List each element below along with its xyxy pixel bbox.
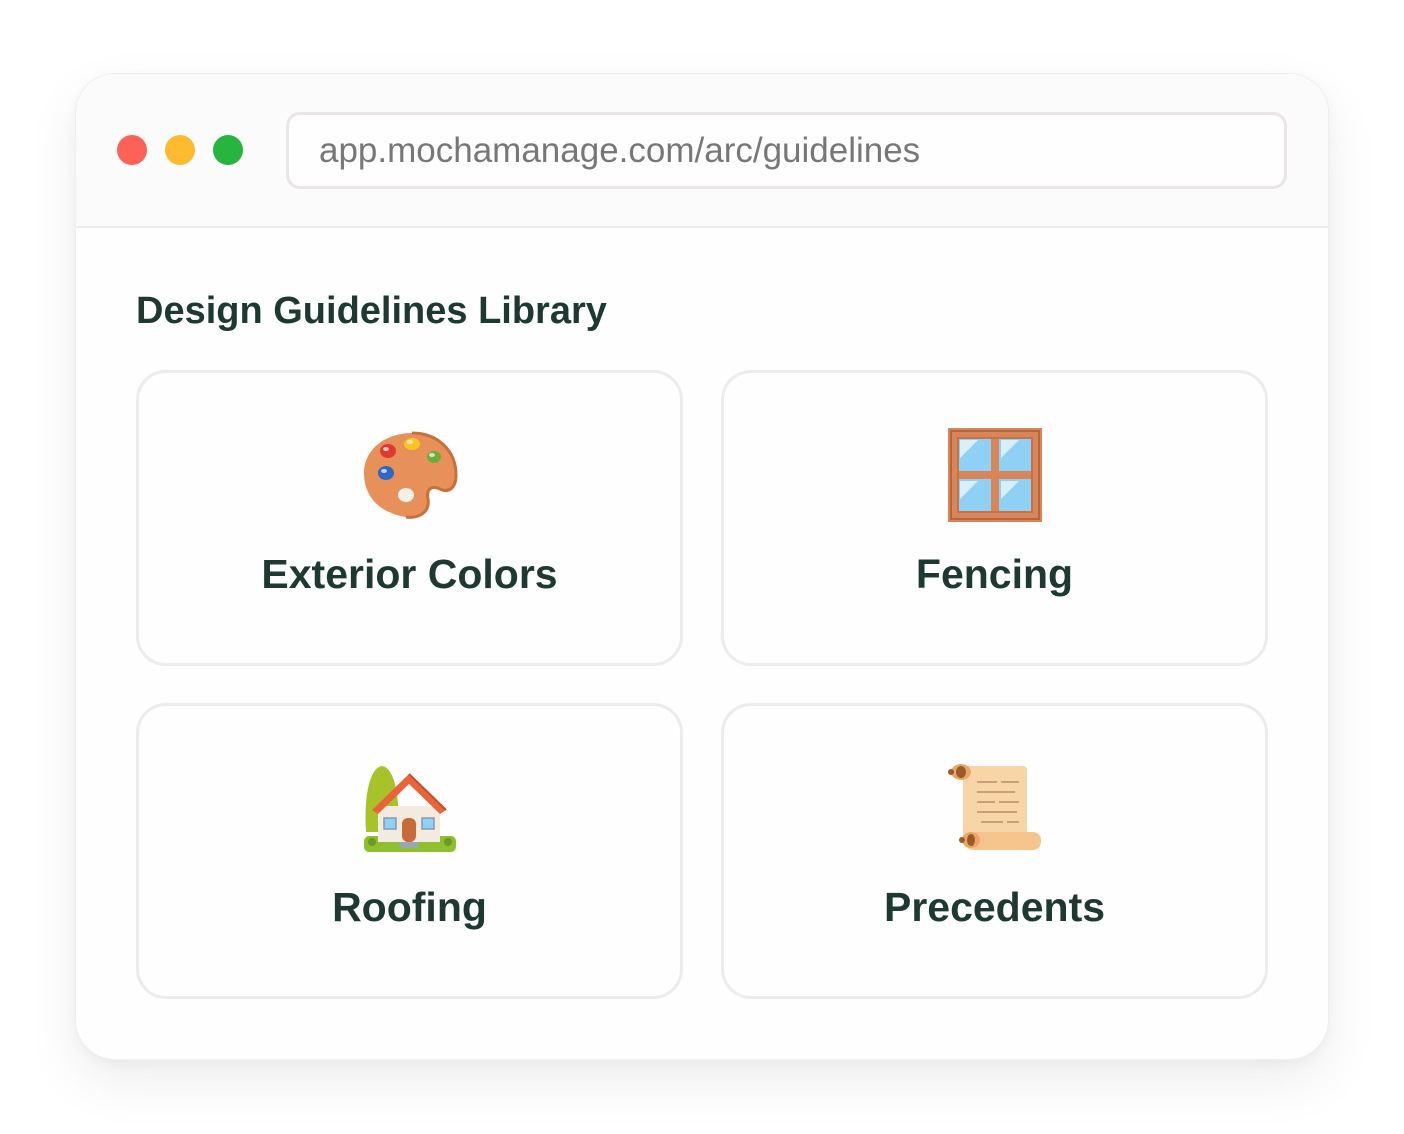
address-bar[interactable]: app.mochamanage.com/arc/guidelines: [286, 112, 1287, 189]
card-roofing[interactable]: Roofing: [136, 703, 683, 999]
artist-palette-icon: [139, 425, 680, 525]
window-icon: [724, 425, 1265, 525]
card-fencing[interactable]: Fencing: [721, 370, 1268, 666]
page-title: Design Guidelines Library: [136, 290, 607, 332]
card-label: Precedents: [883, 884, 1106, 930]
browser-window: app.mochamanage.com/arc/guidelines Desig…: [75, 73, 1329, 1060]
scroll-icon: [724, 758, 1265, 858]
browser-titlebar: app.mochamanage.com/arc/guidelines: [76, 74, 1328, 228]
minimize-window-button[interactable]: [165, 135, 195, 165]
card-label: Roofing: [332, 884, 487, 930]
address-bar-url: app.mochamanage.com/arc/guidelines: [319, 130, 921, 170]
maximize-window-button[interactable]: [213, 135, 243, 165]
card-label: Exterior Colors: [261, 551, 558, 597]
card-precedents[interactable]: Precedents: [721, 703, 1268, 999]
house-with-garden-icon: [139, 758, 680, 858]
card-label: Fencing: [915, 551, 1074, 597]
close-window-button[interactable]: [117, 135, 147, 165]
card-exterior-colors[interactable]: Exterior Colors: [136, 370, 683, 666]
